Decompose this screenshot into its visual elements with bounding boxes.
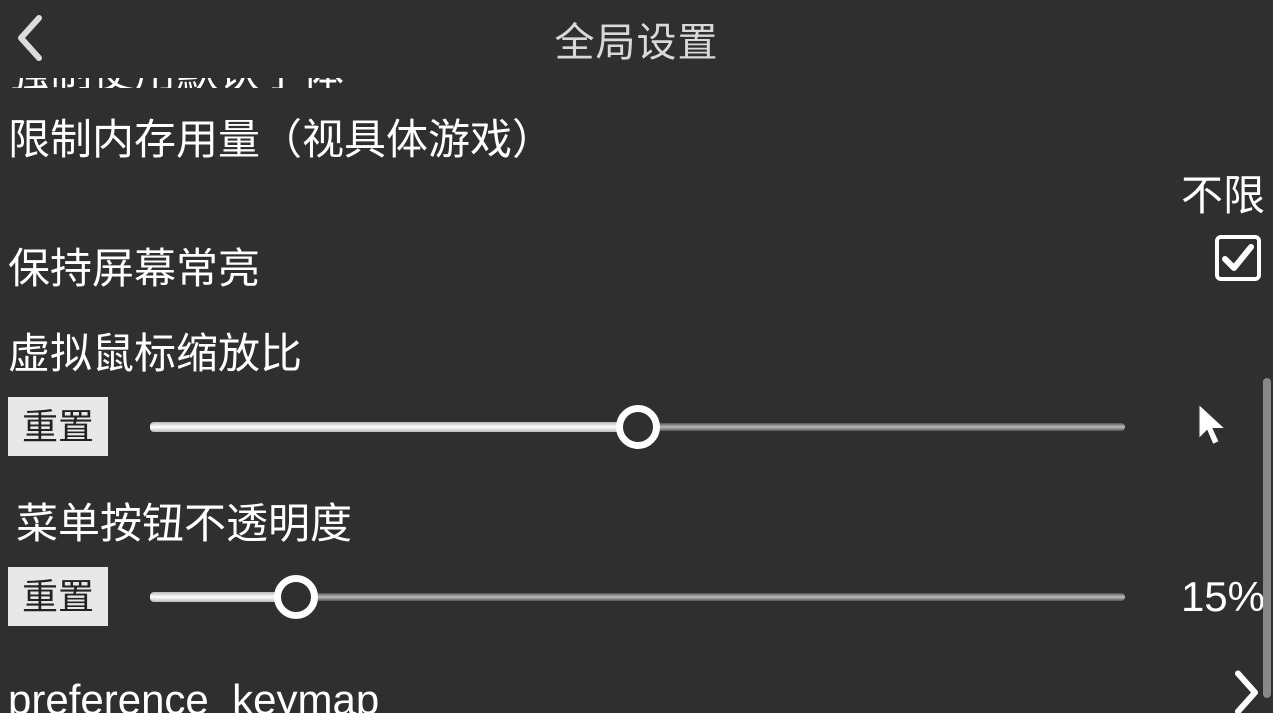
slider-mouse-scale[interactable] bbox=[150, 402, 1125, 452]
setting-keep-screen-on[interactable]: 保持屏幕常亮 bbox=[0, 231, 1273, 306]
chevron-left-icon bbox=[14, 13, 44, 63]
setting-label: preference_keymap bbox=[8, 676, 1265, 713]
slider-menu-opacity[interactable] bbox=[150, 572, 1125, 622]
back-button[interactable] bbox=[4, 8, 54, 68]
reset-button-mouse-scale[interactable]: 重置 bbox=[8, 397, 108, 456]
setting-label: 保持屏幕常亮 bbox=[8, 231, 1265, 306]
setting-menu-button-opacity: 菜单按钮不透明度 bbox=[0, 486, 1273, 561]
slider-row-virtual-mouse-scale: 重置 bbox=[0, 397, 1273, 456]
setting-label: 强制使用默认字体 bbox=[8, 78, 344, 88]
setting-preference-keymap[interactable]: preference_keymap bbox=[0, 656, 1273, 713]
setting-value: 不限 bbox=[1181, 162, 1265, 223]
setting-virtual-mouse-scale: 虚拟鼠标缩放比 bbox=[0, 316, 1273, 391]
setting-label: 菜单按钮不透明度 bbox=[16, 486, 1265, 561]
header: 全局设置 bbox=[0, 0, 1273, 78]
setting-force-default-font[interactable]: 强制使用默认字体 bbox=[0, 78, 1273, 88]
slider-thumb[interactable] bbox=[274, 575, 318, 619]
setting-limit-memory[interactable]: 限制内存用量（视具体游戏） 不限 bbox=[0, 102, 1273, 177]
setting-label: 限制内存用量（视具体游戏） bbox=[8, 102, 1265, 177]
scrollbar[interactable] bbox=[1263, 378, 1271, 698]
reset-button-opacity[interactable]: 重置 bbox=[8, 567, 108, 626]
check-icon bbox=[1221, 241, 1255, 275]
opacity-value: 15% bbox=[1181, 573, 1265, 621]
slider-row-menu-opacity: 重置 15% bbox=[0, 567, 1273, 626]
settings-list: 强制使用默认字体 限制内存用量（视具体游戏） 不限 保持屏幕常亮 虚拟鼠标缩放比… bbox=[0, 78, 1273, 713]
checkbox-keep-screen-on[interactable] bbox=[1215, 235, 1261, 281]
setting-label: 虚拟鼠标缩放比 bbox=[8, 316, 1265, 391]
slider-thumb[interactable] bbox=[616, 405, 660, 449]
chevron-right-icon bbox=[1233, 669, 1261, 713]
cursor-icon bbox=[1195, 402, 1231, 451]
page-title: 全局设置 bbox=[555, 10, 719, 68]
